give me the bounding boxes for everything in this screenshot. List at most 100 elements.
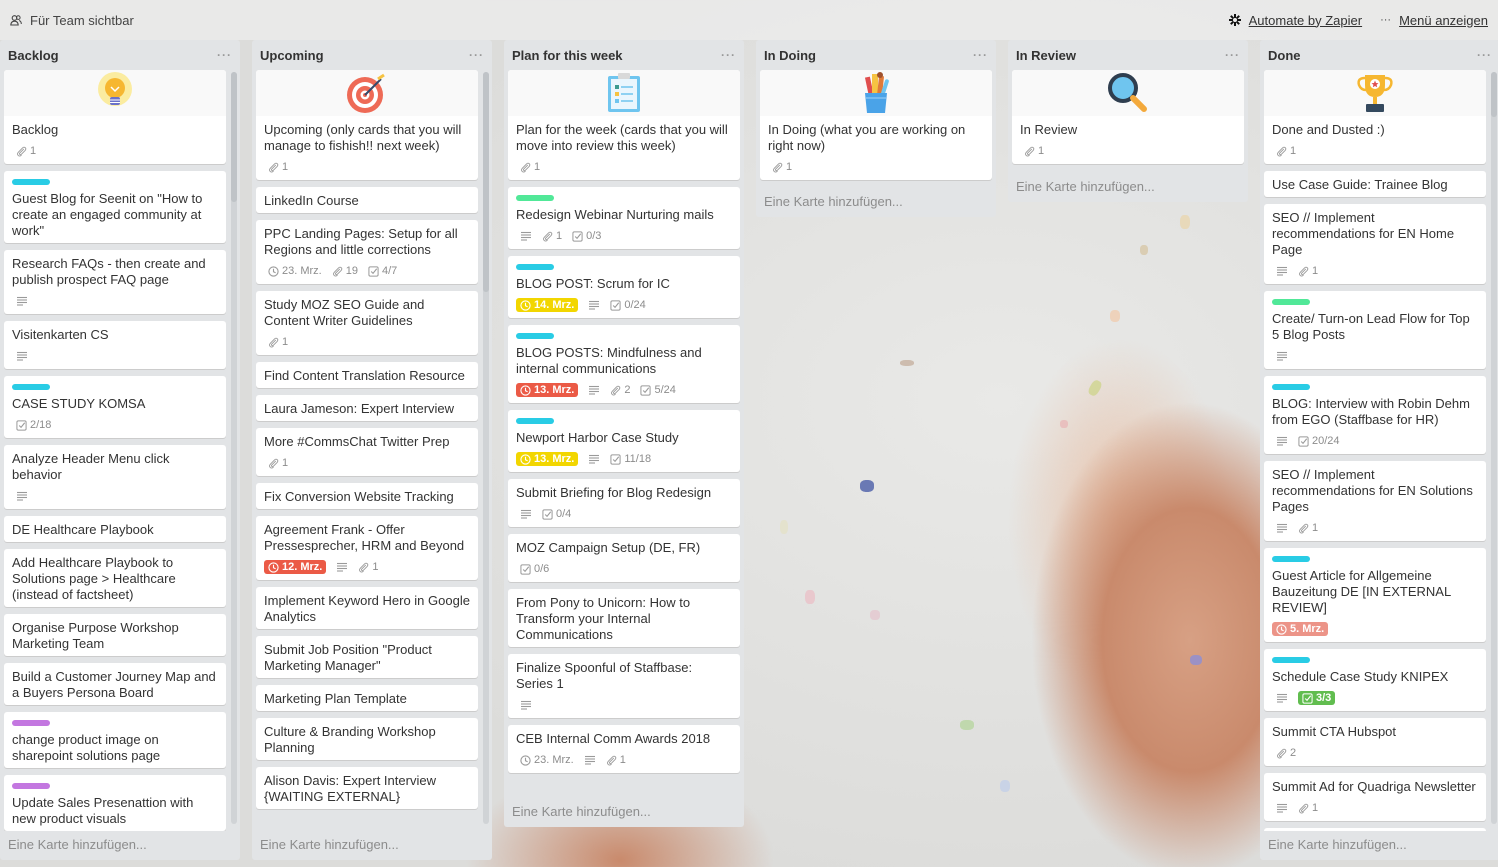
list-title[interactable]: Upcoming [260, 48, 324, 63]
card[interactable]: MOZ Campaign Setup (DE, FR) 0/6 [508, 534, 740, 582]
card[interactable]: In Doing (what you are working on right … [760, 70, 992, 180]
attachment-count: 1 [1290, 145, 1297, 157]
list-title[interactable]: Done [1268, 48, 1301, 63]
add-card-button[interactable]: Eine Karte hinzufügen... [252, 831, 492, 860]
list-header[interactable]: Backlog ··· [0, 40, 240, 70]
list-header[interactable]: Plan for this week ··· [504, 40, 744, 70]
add-card-button[interactable]: Eine Karte hinzufügen... [756, 188, 996, 217]
list-scrollbar[interactable] [483, 72, 489, 824]
card[interactable]: change product image on sharepoint solut… [4, 712, 226, 768]
card[interactable]: Create/ Turn-on Lead Flow for Top 5 Blog… [1264, 291, 1486, 369]
add-card-button[interactable]: Eine Karte hinzufügen... [1260, 831, 1498, 860]
card[interactable]: SEO // Implement recommendations for EN … [1264, 461, 1486, 541]
add-card-button[interactable]: Eine Karte hinzufügen... [1008, 173, 1248, 202]
list-menu-icon[interactable]: ··· [1477, 48, 1492, 62]
card[interactable]: SEO // Implement recommendations for EN … [1264, 204, 1486, 284]
card[interactable]: Use Case Guide: Trainee Blog [1264, 171, 1486, 197]
card[interactable]: CASE STUDY KOMSA 2/18 [4, 376, 226, 438]
card[interactable]: Summit Ad for Quadriga Newsletter 1 [1264, 773, 1486, 821]
target-icon [345, 71, 389, 115]
list-title[interactable]: In Review [1016, 48, 1076, 63]
zapier-link[interactable]: Automate by Zapier [1249, 13, 1362, 28]
zapier-button[interactable]: Automate by Zapier [1228, 13, 1362, 28]
show-menu-link[interactable]: Menü anzeigen [1399, 13, 1488, 28]
list-menu-icon[interactable]: ··· [973, 48, 988, 62]
list-header[interactable]: Done ··· [1260, 40, 1498, 70]
card[interactable]: Build a Customer Journey Map and a Buyer… [4, 663, 226, 705]
visibility-button[interactable]: Für Team sichtbar [10, 13, 134, 28]
list-header[interactable]: In Review ··· [1008, 40, 1248, 70]
card[interactable]: Finalize Spoonful of Staffbase: Series 1 [508, 654, 740, 718]
card[interactable]: LinkedIn Course [256, 187, 478, 213]
card[interactable]: Research FAQs - then create and publish … [4, 250, 226, 314]
card[interactable]: Organise Purpose Workshop Marketing Team [4, 614, 226, 656]
card-label-green[interactable] [1272, 299, 1310, 305]
card[interactable]: Visitenkarten CS [4, 321, 226, 369]
card-label-purple[interactable] [12, 783, 50, 789]
card[interactable]: Done and Dusted :) 1 [1264, 70, 1486, 164]
card[interactable]: Analyze Header Menu click behavior [4, 445, 226, 509]
card[interactable]: Study MOZ SEO Guide and Content Writer G… [256, 291, 478, 355]
list-title[interactable]: Backlog [8, 48, 59, 63]
card[interactable]: Summit CTA Hubspot 2 [1264, 718, 1486, 766]
card[interactable]: Find Content Translation Resource [256, 362, 478, 388]
list-header[interactable]: Upcoming ··· [252, 40, 492, 70]
list-scrollbar[interactable] [1491, 72, 1497, 824]
card[interactable]: Backlog 1 [4, 70, 226, 164]
card[interactable]: Update Sales Presenattion with new produ… [4, 775, 226, 831]
card[interactable]: Submit Job Position "Product Marketing M… [256, 636, 478, 678]
card[interactable]: Culture & Branding Workshop Planning [256, 718, 478, 760]
card[interactable]: Fix Conversion Website Tracking [256, 483, 478, 509]
card[interactable]: Agreement Frank - Offer Pressesprecher, … [256, 516, 478, 580]
card[interactable]: Plan for the week (cards that you will m… [508, 70, 740, 180]
card[interactable]: Add Healthcare Playbook to Solutions pag… [4, 549, 226, 607]
add-card-button[interactable]: Eine Karte hinzufügen... [0, 831, 240, 860]
paperclip-icon [772, 162, 783, 173]
list-menu-icon[interactable]: ··· [217, 48, 232, 62]
list-title[interactable]: Plan for this week [512, 48, 623, 63]
card-label-blue[interactable] [516, 333, 554, 339]
card[interactable]: Guest Blog for Seenit on "How to create … [4, 171, 226, 243]
list-scrollbar[interactable] [231, 72, 237, 824]
card[interactable]: Marketing Plan Template [256, 685, 478, 711]
card[interactable]: In Review 1 [1012, 70, 1244, 164]
card[interactable]: Create Summit Claim [1264, 828, 1486, 831]
list-menu-icon[interactable]: ··· [1225, 48, 1240, 62]
add-card-button[interactable]: Eine Karte hinzufügen... [504, 798, 744, 827]
card[interactable]: Submit Briefing for Blog Redesign 0/4 [508, 479, 740, 527]
list-menu-icon[interactable]: ··· [721, 48, 736, 62]
card[interactable]: Schedule Case Study KNIPEX 3/3 [1264, 649, 1486, 711]
card[interactable]: More #CommsChat Twitter Prep 1 [256, 428, 478, 476]
card-label-blue[interactable] [12, 179, 50, 185]
card[interactable]: Laura Jameson: Expert Interview [256, 395, 478, 421]
card-label-green[interactable] [516, 195, 554, 201]
list-title[interactable]: In Doing [764, 48, 816, 63]
list-menu-icon[interactable]: ··· [469, 48, 484, 62]
card[interactable]: BLOG POSTS: Mindfulness and internal com… [508, 325, 740, 403]
card-label-purple[interactable] [12, 720, 50, 726]
card[interactable]: CEB Internal Comm Awards 2018 23. Mrz. 1 [508, 725, 740, 773]
card[interactable]: PPC Landing Pages: Setup for all Regions… [256, 220, 478, 284]
card-label-blue[interactable] [516, 264, 554, 270]
card-label-blue[interactable] [1272, 384, 1310, 390]
scrollbar-thumb[interactable] [231, 72, 237, 202]
scrollbar-thumb[interactable] [483, 72, 489, 292]
card[interactable]: Redesign Webinar Nurturing mails 1 0/3 [508, 187, 740, 249]
card[interactable]: DE Healthcare Playbook [4, 516, 226, 542]
show-menu-button[interactable]: ··· Menü anzeigen [1380, 13, 1488, 28]
card[interactable]: From Pony to Unicorn: How to Transform y… [508, 589, 740, 647]
card[interactable]: Implement Keyword Hero in Google Analyti… [256, 587, 478, 629]
card-label-blue[interactable] [1272, 556, 1310, 562]
card[interactable]: Alison Davis: Expert Interview {WAITING … [256, 767, 478, 809]
card-label-blue[interactable] [516, 418, 554, 424]
card-title: Use Case Guide: Trainee Blog [1272, 177, 1448, 192]
card[interactable]: Guest Article for Allgemeine Bauzeitung … [1264, 548, 1486, 642]
card[interactable]: Upcoming (only cards that you will manag… [256, 70, 478, 180]
list-header[interactable]: In Doing ··· [756, 40, 996, 70]
card[interactable]: BLOG POST: Scrum for IC 14. Mrz. 0/24 [508, 256, 740, 318]
card[interactable]: BLOG: Interview with Robin Dehm from EGO… [1264, 376, 1486, 454]
card-label-blue[interactable] [1272, 657, 1310, 663]
card-label-blue[interactable] [12, 384, 50, 390]
card[interactable]: Newport Harbor Case Study 13. Mrz. 11/18 [508, 410, 740, 472]
scrollbar-thumb[interactable] [1491, 72, 1497, 117]
